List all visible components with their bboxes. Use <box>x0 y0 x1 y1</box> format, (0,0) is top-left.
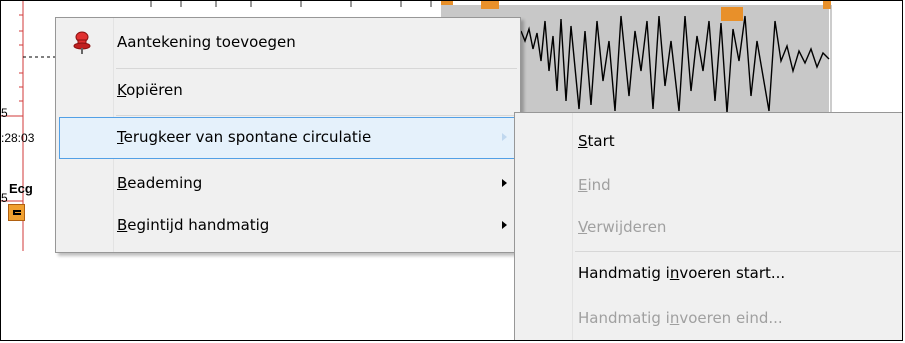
menu-item-label: erugkeer van spontane circulatie <box>123 128 372 146</box>
submenu-item-manual-end: Handmatig invoeren eind... <box>518 298 901 340</box>
pin-icon <box>73 31 91 54</box>
mnemonic: n <box>669 309 680 327</box>
menu-item-label: voeren start... <box>679 264 786 282</box>
menu-item-manual-start-time[interactable]: Begintijd handmatig <box>59 205 517 247</box>
submenu-arrow-icon <box>502 179 507 187</box>
menu-item-rosc[interactable]: Terugkeer van spontane circulatie <box>59 117 517 159</box>
app-window: 5 :28:03 5 Ecg Aantekening toevoegen Kop… <box>0 0 903 341</box>
tick-label: 5 <box>1 191 8 205</box>
mnemonic: B <box>117 174 128 192</box>
menu-item-label: tart <box>587 132 615 150</box>
menu-item-label: voeren eind... <box>679 309 783 327</box>
context-menu: Aantekening toevoegen Kopiëren Terugkeer… <box>55 17 521 253</box>
mnemonic: B <box>117 216 128 234</box>
menu-item-label: egintijd handmatig <box>127 216 270 234</box>
menu-item-ventilation[interactable]: Beademing <box>59 163 517 205</box>
submenu-arrow-icon <box>502 133 507 141</box>
menu-separator <box>575 251 901 252</box>
submenu: Start Eind Verwijderen Handmatig invoere… <box>514 112 902 340</box>
submenu-item-start[interactable]: Start <box>518 121 901 163</box>
time-axis-label: :28:03 <box>1 131 35 145</box>
menu-separator <box>116 115 517 116</box>
submenu-arrow-icon <box>502 221 507 229</box>
menu-separator <box>116 68 517 69</box>
mnemonic: K <box>117 81 127 99</box>
channel-label: Ecg <box>9 181 33 196</box>
menu-item-label: opiëren <box>126 81 183 99</box>
submenu-item-delete: Verwijderen <box>518 207 901 249</box>
menu-item-label: erwijderen <box>587 218 667 236</box>
mnemonic: T <box>117 128 124 146</box>
menu-item-copy[interactable]: Kopiëren <box>59 70 517 112</box>
mnemonic: V <box>578 218 588 236</box>
mnemonic: n <box>669 264 680 282</box>
menu-item-label: Aantekening toevoegen <box>117 33 296 51</box>
menu-item-add-annotation[interactable]: Aantekening toevoegen <box>59 22 517 64</box>
mnemonic: S <box>578 132 588 150</box>
menu-item-label: eademing <box>127 174 203 192</box>
menu-item-label: ind <box>587 176 611 194</box>
submenu-item-manual-start[interactable]: Handmatig invoeren start... <box>518 253 901 295</box>
menu-item-label: Handmatig i <box>578 309 670 327</box>
ecg-badge-icon[interactable] <box>8 204 25 221</box>
submenu-item-end: Eind <box>518 165 901 207</box>
menu-item-label: Handmatig i <box>578 264 670 282</box>
tick-label: 5 <box>1 106 8 120</box>
